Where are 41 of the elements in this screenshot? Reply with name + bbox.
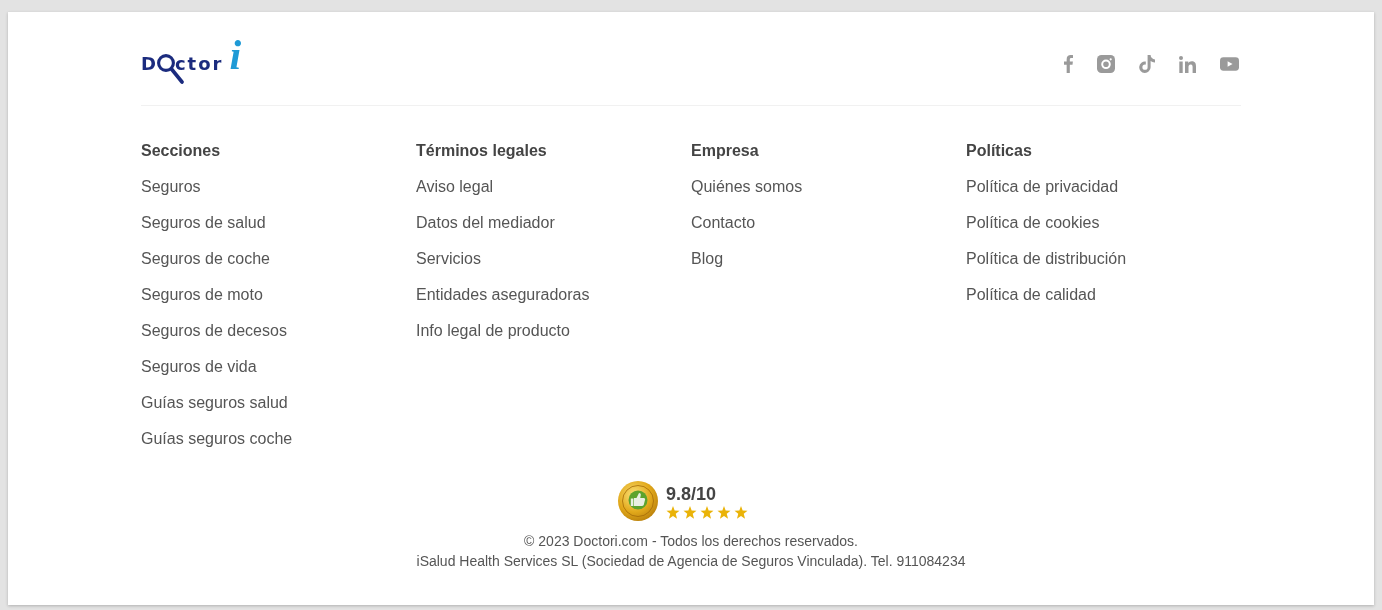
footer-link[interactable]: Política de cookies — [966, 213, 1100, 233]
footer-link[interactable]: Guías seguros salud — [141, 393, 288, 413]
footer-link[interactable]: Contacto — [691, 213, 756, 233]
column-heading: Empresa — [691, 141, 759, 161]
footer-link[interactable]: Aviso legal — [416, 177, 494, 197]
company-info-text: iSalud Health Services SL (Sociedad de Agencia de Seguros Vinculada). Tel. 911084234 — [416, 552, 966, 571]
linkedin-icon[interactable] — [1179, 55, 1196, 73]
column-heading: Políticas — [966, 141, 1032, 161]
rating-score: 9.8/10 — [666, 483, 717, 505]
instagram-icon[interactable] — [1097, 55, 1115, 73]
footer-link[interactable]: Seguros de decesos — [141, 321, 287, 341]
youtube-icon[interactable] — [1220, 57, 1239, 71]
logo-i-mark: i — [229, 37, 242, 73]
footer-link[interactable]: Seguros — [141, 177, 201, 197]
star-icon — [700, 506, 714, 519]
footer-link[interactable]: Seguros de moto — [141, 285, 263, 305]
footer-link[interactable]: Seguros de coche — [141, 249, 270, 269]
footer-link[interactable]: Seguros de salud — [141, 213, 266, 233]
copyright-text: © 2023 Doctori.com - Todos los derechos reservados. — [524, 532, 858, 551]
footer-link[interactable]: Política de privacidad — [966, 177, 1119, 197]
star-icon — [717, 506, 731, 519]
footer-link[interactable]: Seguros de vida — [141, 357, 257, 377]
star-icon — [666, 506, 680, 519]
footer-link[interactable]: Blog — [691, 249, 724, 269]
logo-initial: D — [141, 54, 156, 74]
footer-link[interactable]: Info legal de producto — [416, 321, 570, 341]
logo-wordmark: ctor — [174, 54, 224, 74]
column-heading: Términos legales — [416, 141, 547, 161]
footer-link[interactable]: Guías seguros coche — [141, 429, 293, 449]
footer-link[interactable]: Política de distribución — [966, 249, 1127, 269]
footer-link[interactable]: Datos del mediador — [416, 213, 555, 233]
footer-link[interactable]: Política de calidad — [966, 285, 1096, 305]
star-icon — [683, 506, 697, 519]
column-heading: Secciones — [141, 141, 221, 161]
star-icon — [734, 506, 748, 519]
footer-link[interactable]: Quiénes somos — [691, 177, 803, 197]
award-seal-icon — [618, 481, 658, 521]
tiktok-icon[interactable] — [1139, 55, 1155, 73]
footer-link[interactable]: Entidades aseguradoras — [416, 285, 590, 305]
facebook-icon[interactable] — [1064, 55, 1073, 73]
footer-link[interactable]: Servicios — [416, 249, 481, 269]
